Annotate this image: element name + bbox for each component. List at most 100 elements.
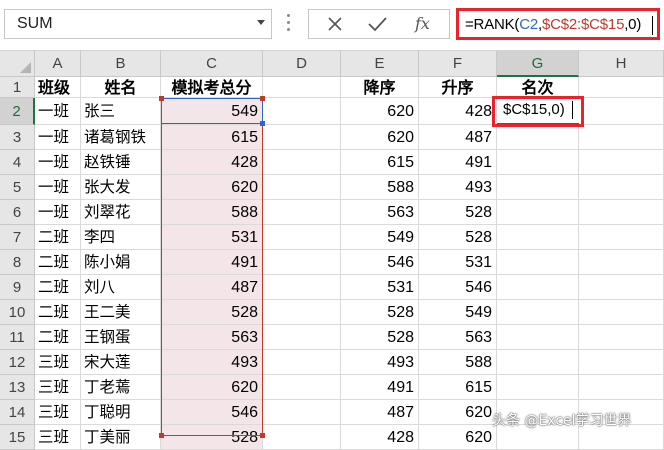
range-handle[interactable]: [159, 96, 164, 101]
cell-asc[interactable]: 493: [419, 175, 497, 200]
cell-desc[interactable]: 615: [341, 150, 419, 175]
cell-name[interactable]: 陈小娟: [81, 250, 161, 275]
cell-name[interactable]: 丁老蔫: [81, 375, 161, 400]
cell-score[interactable]: 549: [161, 98, 263, 125]
cell-score[interactable]: 531: [161, 225, 263, 250]
cell-empty[interactable]: [579, 375, 664, 400]
cell-rank[interactable]: [497, 275, 579, 300]
cell-empty[interactable]: [579, 150, 664, 175]
range-handle[interactable]: [260, 433, 265, 438]
row-header-12[interactable]: 12: [0, 350, 35, 375]
cell-desc[interactable]: 588: [341, 175, 419, 200]
cell-empty[interactable]: [263, 300, 341, 325]
cell-rank[interactable]: [497, 300, 579, 325]
header-cell-h[interactable]: [579, 77, 664, 98]
cell-desc[interactable]: 563: [341, 200, 419, 225]
cell-desc[interactable]: 528: [341, 300, 419, 325]
row-header-2[interactable]: 2: [0, 98, 35, 125]
cell-empty[interactable]: [579, 175, 664, 200]
header-cell-b[interactable]: 姓名: [81, 77, 161, 98]
cell-desc[interactable]: 620: [341, 125, 419, 150]
cell-name[interactable]: 王钢蛋: [81, 325, 161, 350]
cell-score[interactable]: 615: [161, 125, 263, 150]
cell-score[interactable]: 563: [161, 325, 263, 350]
cell-class[interactable]: 一班: [35, 125, 81, 150]
row-header-10[interactable]: 10: [0, 300, 35, 325]
cell-empty[interactable]: [263, 275, 341, 300]
spreadsheet-grid[interactable]: ABCDEFGH 1 2 3 4 5 6 7 8 9 10 11 12 13 14 15 班级 姓名 模拟考总分…: [0, 51, 664, 450]
cell-asc[interactable]: 487: [419, 125, 497, 150]
column-header-e[interactable]: E: [341, 51, 419, 77]
cell-class[interactable]: 一班: [35, 98, 81, 125]
cell-score[interactable]: 620: [161, 175, 263, 200]
cell-asc[interactable]: 620: [419, 400, 497, 425]
cell-class[interactable]: 三班: [35, 350, 81, 375]
column-header-a[interactable]: A: [35, 51, 81, 77]
header-cell-e[interactable]: 降序: [341, 77, 419, 98]
cell-empty[interactable]: [263, 400, 341, 425]
cell-asc[interactable]: 588: [419, 350, 497, 375]
cell-desc[interactable]: 487: [341, 400, 419, 425]
cell-empty[interactable]: [263, 375, 341, 400]
range-handle[interactable]: [260, 121, 265, 126]
header-cell-f[interactable]: 升序: [419, 77, 497, 98]
chevron-down-icon[interactable]: [257, 20, 265, 25]
range-handle[interactable]: [159, 433, 164, 438]
row-header-8[interactable]: 8: [0, 250, 35, 275]
cell-desc[interactable]: 546: [341, 250, 419, 275]
active-cell-g2[interactable]: $C$15,0): [497, 98, 579, 124]
row-header-14[interactable]: 14: [0, 400, 35, 425]
cell-empty[interactable]: [263, 150, 341, 175]
cell-score[interactable]: 487: [161, 275, 263, 300]
cell-score[interactable]: 491: [161, 250, 263, 275]
cell-empty[interactable]: [263, 98, 341, 125]
cell-asc[interactable]: 546: [419, 275, 497, 300]
cell-score[interactable]: 528: [161, 425, 263, 450]
cell-rank[interactable]: [497, 150, 579, 175]
cell-empty[interactable]: [579, 275, 664, 300]
cell-empty[interactable]: [263, 250, 341, 275]
cell-name[interactable]: 诸葛钢铁: [81, 125, 161, 150]
cell-rank[interactable]: [497, 200, 579, 225]
cell-class[interactable]: 三班: [35, 425, 81, 450]
more-options-icon[interactable]: [287, 14, 291, 36]
row-header-6[interactable]: 6: [0, 200, 35, 225]
cell-name[interactable]: 刘翠花: [81, 200, 161, 225]
cell-empty[interactable]: [263, 350, 341, 375]
cell-rank[interactable]: [497, 175, 579, 200]
cell-asc[interactable]: 528: [419, 200, 497, 225]
cell-name[interactable]: 王二美: [81, 300, 161, 325]
cell-class[interactable]: 二班: [35, 250, 81, 275]
cell-class[interactable]: 三班: [35, 400, 81, 425]
cell-name[interactable]: 宋大莲: [81, 350, 161, 375]
cell-desc[interactable]: 493: [341, 350, 419, 375]
cell-desc[interactable]: 491: [341, 375, 419, 400]
cell-name[interactable]: 丁美丽: [81, 425, 161, 450]
cell-asc[interactable]: 615: [419, 375, 497, 400]
cell-rank[interactable]: [497, 225, 579, 250]
cell-desc[interactable]: 428: [341, 425, 419, 450]
cell-empty[interactable]: [579, 225, 664, 250]
cell-class[interactable]: 二班: [35, 300, 81, 325]
cell-empty[interactable]: [579, 200, 664, 225]
enter-button[interactable]: [357, 10, 397, 38]
cell-empty[interactable]: [579, 350, 664, 375]
row-header-13[interactable]: 13: [0, 375, 35, 400]
cell-desc[interactable]: 620: [341, 98, 419, 125]
cell-desc[interactable]: 531: [341, 275, 419, 300]
cell-empty[interactable]: [579, 98, 664, 125]
cell-score[interactable]: 546: [161, 400, 263, 425]
cell-name[interactable]: 赵铁锤: [81, 150, 161, 175]
cell-score[interactable]: 620: [161, 375, 263, 400]
cell-class[interactable]: 二班: [35, 325, 81, 350]
cell-asc[interactable]: 528: [419, 225, 497, 250]
cell-desc[interactable]: 528: [341, 325, 419, 350]
row-header-1[interactable]: 1: [0, 77, 35, 98]
row-header-3[interactable]: 3: [0, 125, 35, 150]
column-header-h[interactable]: H: [579, 51, 664, 77]
column-header-d[interactable]: D: [263, 51, 341, 77]
cell-score[interactable]: 528: [161, 300, 263, 325]
cell-asc[interactable]: 491: [419, 150, 497, 175]
cell-class[interactable]: 一班: [35, 175, 81, 200]
cell-name[interactable]: 张大发: [81, 175, 161, 200]
